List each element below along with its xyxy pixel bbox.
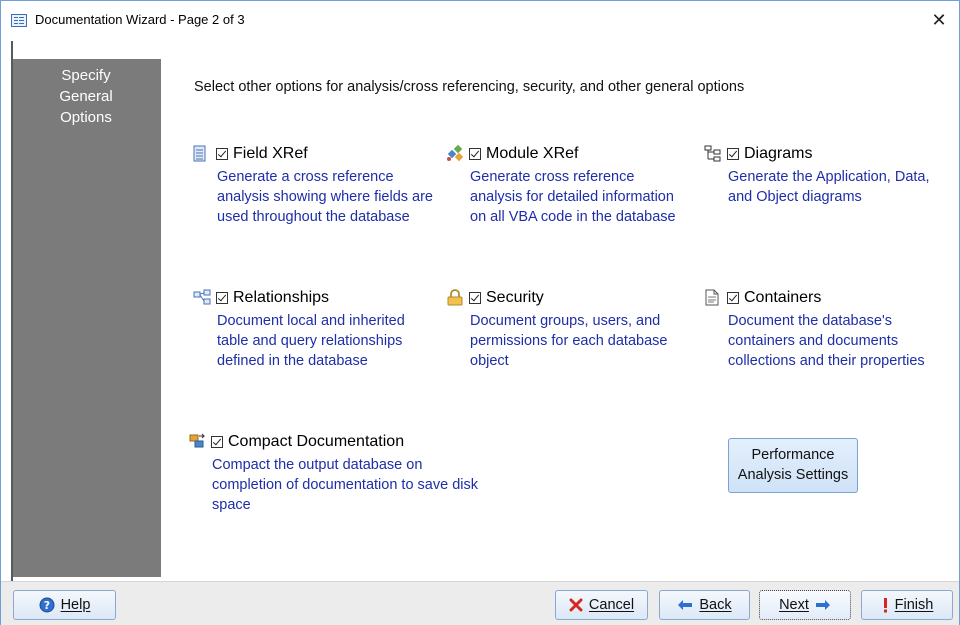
option-diagrams: Diagrams Generate the Application, Data,… [704,143,954,207]
diagrams-description: Generate the Application, Data, and Obje… [728,169,930,205]
security-description: Document groups, users, and permissions … [470,313,668,369]
field-xref-description: Generate a cross reference analysis show… [217,169,433,225]
option-containers: Containers Document the database's conta… [704,287,954,371]
relationships-description: Document local and inherited table and q… [217,313,405,369]
relationships-icon [193,289,211,307]
arrow-left-icon [677,599,693,611]
step-title: Specify General Options [59,67,113,126]
finish-label: Finish [894,597,934,613]
module-icon [446,144,464,163]
module-xref-checkbox[interactable] [469,148,481,160]
containers-label: Containers [744,289,822,306]
window-title: Documentation Wizard - Page 2 of 3 [35,12,245,27]
next-label: Next [779,597,809,613]
compact-documentation-label: Compact Documentation [228,433,405,450]
help-label: Help [60,597,91,613]
back-label: Back [699,597,732,613]
help-button[interactable]: ? Help [13,590,116,620]
option-field-xref: Field XRef Generate a cross reference an… [193,143,433,227]
form-icon [11,14,27,27]
wizard-footer: ? Help Cancel Back Next Finish [1,581,959,625]
document-icon [704,289,722,307]
cancel-label: Cancel [588,597,635,613]
back-button[interactable]: Back [659,590,750,620]
module-xref-label: Module XRef [486,145,579,162]
lock-icon [446,289,464,307]
diagrams-label: Diagrams [744,145,813,162]
next-button[interactable]: Next [759,590,851,620]
svg-text:?: ? [43,599,49,612]
option-compact-documentation: Compact Documentation Compact the output… [188,431,478,515]
option-module-xref: Module XRef Generate cross reference ana… [446,143,686,227]
containers-checkbox[interactable] [727,292,739,304]
cancel-button[interactable]: Cancel [555,590,648,620]
options-panel: Select other options for analysis/cross … [161,59,958,579]
help-icon: ? [39,597,55,613]
documentation-wizard-window: Documentation Wizard - Page 2 of 3 ✕ Spe… [0,0,960,625]
exclamation-icon [881,597,889,613]
finish-button[interactable]: Finish [861,590,953,620]
diagram-icon [704,145,722,163]
field-xref-label: Field XRef [233,145,308,162]
arrow-right-icon [815,599,831,611]
compact-documentation-checkbox[interactable] [211,436,223,448]
containers-description: Document the database's containers and d… [728,313,925,369]
relationships-checkbox[interactable] [216,292,228,304]
instruction-text: Select other options for analysis/cross … [194,79,745,95]
diagrams-checkbox[interactable] [727,148,739,160]
compact-icon [188,433,206,451]
compact-documentation-description: Compact the output database on completio… [212,457,478,513]
x-icon [569,598,583,612]
field-list-icon [193,145,211,163]
close-button[interactable]: ✕ [925,7,953,35]
module-xref-description: Generate cross reference analysis for de… [470,169,676,225]
title-bar: Documentation Wizard - Page 2 of 3 ✕ [1,1,959,41]
field-xref-checkbox[interactable] [216,148,228,160]
security-checkbox[interactable] [469,292,481,304]
option-relationships: Relationships Document local and inherit… [193,287,433,371]
performance-analysis-settings-button[interactable]: Performance Analysis Settings [728,438,858,493]
relationships-label: Relationships [233,289,330,306]
option-security: Security Document groups, users, and per… [446,287,686,371]
step-sidebar: Specify General Options [11,59,161,577]
security-label: Security [486,289,544,306]
